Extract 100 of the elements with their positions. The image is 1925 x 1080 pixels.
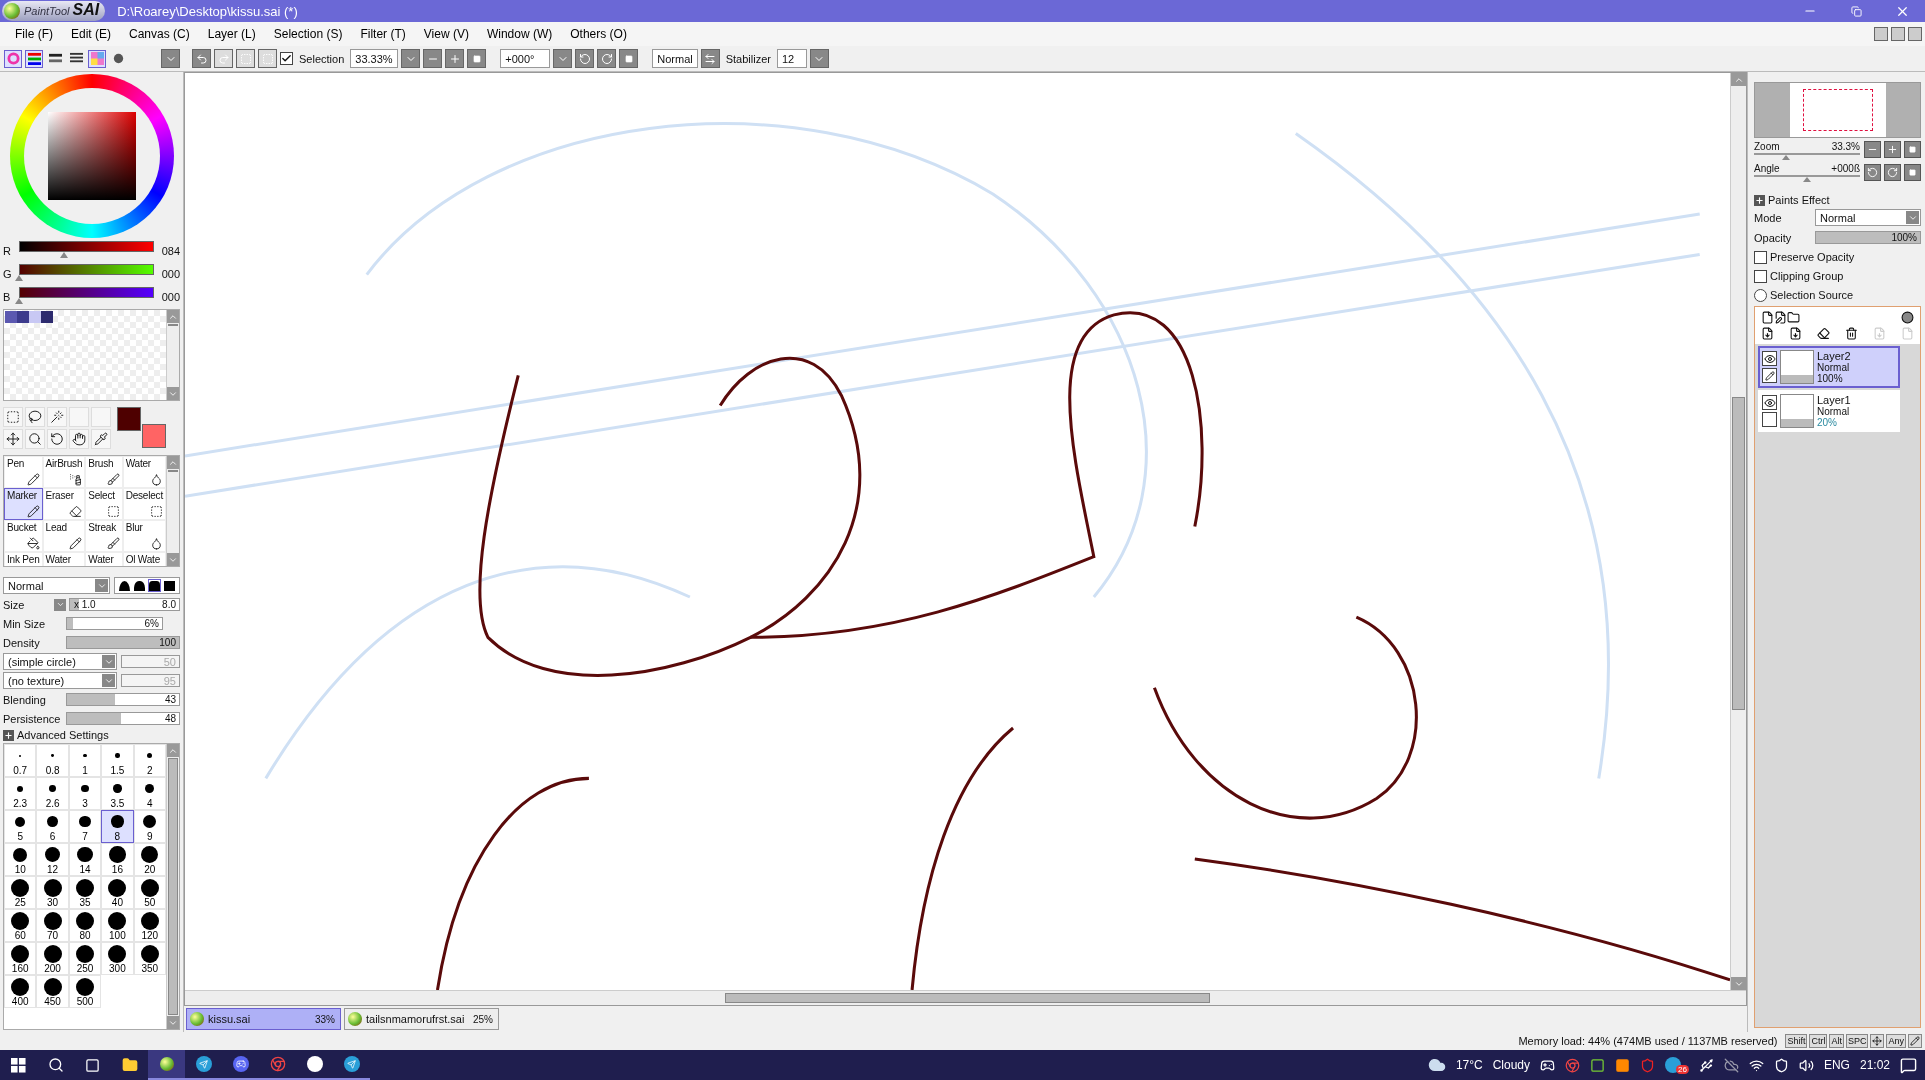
brush-size-preset[interactable]: 300 [101, 942, 134, 975]
layer-name: Layer2 [1817, 350, 1851, 362]
brush-size-preset[interactable]: 8 [101, 810, 134, 843]
opacity-slider[interactable]: 100% [1815, 231, 1921, 244]
document-tab[interactable]: tailsnmamorufrst.sai 25% [344, 1008, 499, 1030]
modifier-key[interactable]: Ctrl [1809, 1034, 1828, 1048]
menu-item[interactable]: Canvas (C) [120, 27, 199, 41]
layer-row[interactable]: Layer2 Normal 100% [1758, 346, 1900, 388]
brush-tool[interactable]: Water [42, 552, 86, 566]
brush-size-preset[interactable]: 40 [101, 876, 134, 909]
language-indicator[interactable]: ENG [1823, 1058, 1850, 1072]
brush-size-preset[interactable]: 50 [133, 876, 166, 909]
layer-mode: Normal [1817, 361, 1851, 373]
brush-tool[interactable]: Streak [85, 520, 123, 552]
brush-tool[interactable]: Water [122, 456, 166, 488]
brush-size-preset[interactable]: 70 [36, 909, 69, 942]
brush-size-preset[interactable]: 0.8 [36, 744, 69, 777]
modifier-key[interactable]: Any [1886, 1034, 1906, 1048]
stabilizer-field[interactable]: 12 [776, 49, 807, 68]
brush-size-preset[interactable]: 2.6 [36, 777, 69, 810]
angle-slider[interactable]: Angle +000ß [1754, 163, 1860, 183]
menu-item[interactable]: Selection (S) [264, 27, 352, 41]
menu-item[interactable]: Layer (L) [198, 27, 265, 41]
selection-label: Selection [299, 52, 345, 65]
document-tab[interactable]: kissu.sai 33% [186, 1008, 341, 1030]
brush-size-preset[interactable]: 60 [4, 909, 37, 942]
brush-tool[interactable]: Blur [122, 520, 166, 552]
size-slider[interactable]: x 1.0 8.0 [69, 598, 180, 611]
blend-mode-dropdown[interactable]: Normal [3, 577, 110, 594]
menu-item[interactable]: Others (O) [561, 27, 636, 41]
zoom-slider[interactable]: Zoom 33.3% [1754, 141, 1860, 161]
advanced-settings-label[interactable]: Advanced Settings [17, 729, 109, 741]
density-slider[interactable]: 100 [66, 636, 180, 649]
brush-size-preset[interactable]: 200 [36, 942, 69, 975]
brush-size-preset[interactable]: 1.5 [101, 744, 134, 777]
layer-opacity: 100% [1817, 372, 1844, 384]
brush-size-preset[interactable]: 12 [36, 843, 69, 876]
texture-dropdown[interactable]: (no texture) [3, 672, 117, 689]
brush-size-preset[interactable]: 5 [4, 810, 37, 843]
brush-tool[interactable]: Lead [42, 520, 86, 552]
brush-tool[interactable]: Ol Wate [122, 552, 166, 566]
brush-size-preset[interactable]: 10 [4, 843, 37, 876]
brush-tool[interactable]: Deselect [122, 488, 166, 520]
brush-size-preset[interactable]: 7 [68, 810, 102, 843]
brush-tool[interactable]: Water [85, 552, 123, 566]
brush-size-preset[interactable]: 30 [36, 876, 69, 909]
layer-mode-dropdown[interactable]: Normal [1815, 209, 1921, 226]
zoom-field[interactable]: 33.33% [350, 49, 399, 68]
brush-size-preset[interactable]: 4 [133, 777, 166, 810]
brush-tool[interactable]: Eraser [42, 488, 86, 520]
property-label: Blending [3, 693, 47, 706]
layer-row[interactable]: Layer1 Normal 20% [1758, 390, 1900, 432]
modifier-key[interactable]: Shift [1785, 1034, 1808, 1048]
brush-size-preset[interactable]: 350 [133, 942, 166, 975]
brush-size-preset[interactable]: 2 [133, 744, 166, 777]
brush-size-preset[interactable]: 250 [68, 942, 102, 975]
brush-size-preset[interactable]: 6 [36, 810, 69, 843]
brush-tool[interactable]: AirBrush [42, 456, 86, 488]
layer-opacity: 20% [1817, 416, 1838, 428]
brush-size-preset[interactable]: 2.3 [4, 777, 37, 810]
brush-size-preset[interactable]: 3 [68, 777, 102, 810]
brush-size-preset[interactable]: 500 [68, 975, 102, 1008]
min-size-slider[interactable]: 6% [66, 617, 163, 630]
brush-tool[interactable]: Bucket [4, 520, 43, 552]
brush-tool[interactable]: Marker [4, 488, 43, 520]
brush-size-preset[interactable]: 100 [101, 909, 134, 942]
brush-shape-dropdown[interactable]: (simple circle) [3, 653, 117, 670]
brush-size-preset[interactable]: 450 [36, 975, 69, 1008]
brush-size-preset[interactable]: 9 [133, 810, 166, 843]
brush-tool[interactable]: Pen [4, 456, 43, 488]
persistence-slider[interactable]: 48 [66, 712, 180, 725]
modifier-key[interactable]: Alt [1829, 1034, 1844, 1048]
angle-field[interactable]: +000° [500, 49, 551, 68]
brush-size-preset[interactable]: 16 [101, 843, 134, 876]
brush-size-preset[interactable]: 160 [4, 942, 37, 975]
brush-tool[interactable]: Ink Pen [4, 552, 43, 566]
option-label: Preserve Opacity [1770, 251, 1855, 263]
menu-item[interactable]: Window (W) [477, 27, 562, 41]
clock[interactable]: 21:02 [1859, 1058, 1890, 1072]
brush-tool[interactable]: Select [85, 488, 123, 520]
brush-tool[interactable]: Brush [85, 456, 123, 488]
brush-size-preset[interactable]: 25 [4, 876, 37, 909]
brush-size-preset[interactable]: 20 [133, 843, 166, 876]
modifier-key[interactable]: SPC [1845, 1034, 1869, 1048]
brush-size-preset[interactable]: 1 [68, 744, 102, 777]
brush-size-preset[interactable]: 3.5 [101, 777, 134, 810]
brush-size-preset[interactable]: 14 [68, 843, 102, 876]
blending-slider[interactable]: 43 [66, 693, 180, 706]
channel-label: B [3, 290, 12, 303]
menu-item[interactable]: Edit (E) [62, 27, 120, 41]
paints-effect-label[interactable]: Paints Effect [1768, 194, 1830, 206]
brush-size-preset[interactable]: 0.7 [4, 744, 37, 777]
brush-size-preset[interactable]: 80 [68, 909, 102, 942]
menu-item[interactable]: File (F) [6, 27, 62, 41]
menu-item[interactable]: Filter (T) [351, 27, 415, 41]
blend-mode-button[interactable]: Normal [652, 49, 698, 68]
brush-size-preset[interactable]: 35 [68, 876, 102, 909]
menu-item[interactable]: View (V) [414, 27, 478, 41]
brush-size-preset[interactable]: 400 [4, 975, 37, 1008]
brush-size-preset[interactable]: 120 [133, 909, 166, 942]
